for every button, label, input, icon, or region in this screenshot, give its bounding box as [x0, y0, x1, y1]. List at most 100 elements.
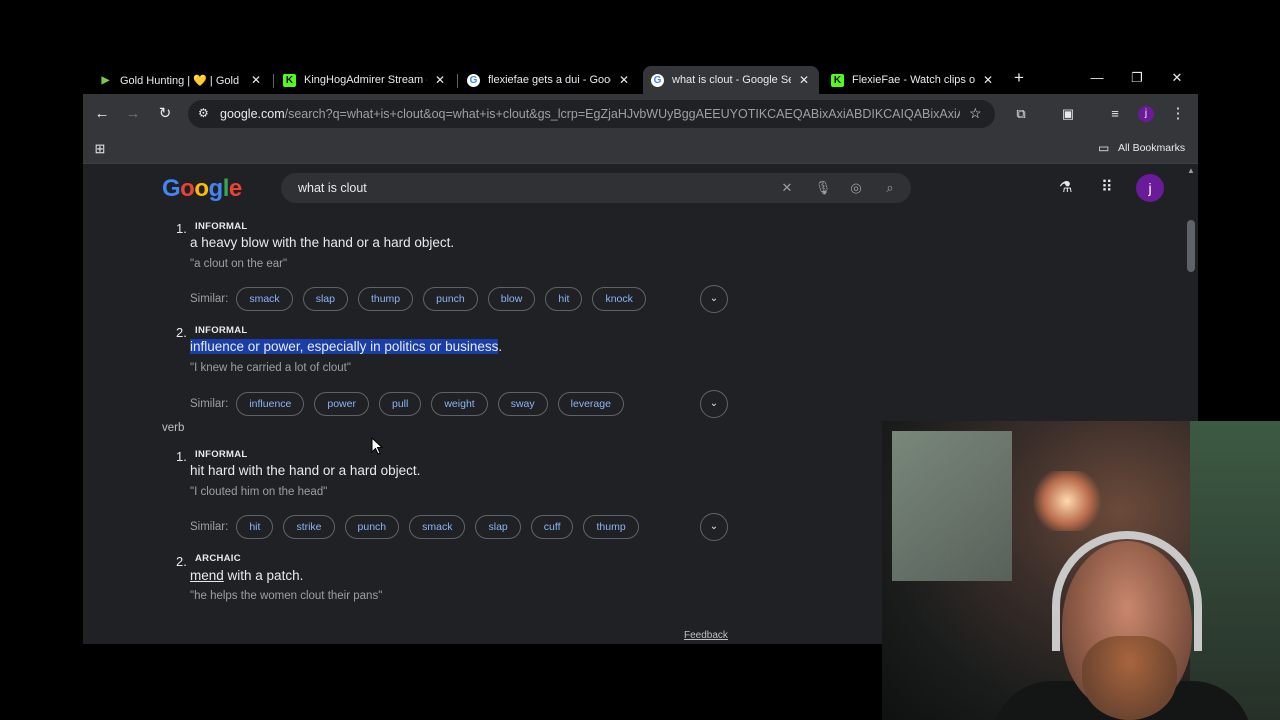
definition-number: 1.	[176, 449, 187, 464]
tab-1[interactable]: ▶ Gold Hunting | 💛 | Gold F ✕	[91, 66, 271, 94]
labs-flask-icon[interactable]: ⚗	[1059, 178, 1072, 196]
account-avatar[interactable]: j	[1136, 174, 1164, 202]
similar-chip[interactable]: influence	[236, 392, 305, 416]
definition-example: "I clouted him on the head"	[190, 486, 328, 498]
search-box[interactable]: what is clout ✕ 🎙 ◎ ⌕	[281, 173, 911, 203]
chevron-down-icon[interactable]: ⌄	[700, 285, 728, 313]
tab-5[interactable]: K FlexieFae - Watch clips on ✕	[823, 66, 1003, 94]
similar-label: Similar:	[190, 398, 229, 410]
chevron-down-icon[interactable]: ⌄	[700, 390, 728, 418]
similar-row: Similar: hit strike punch smack slap cuf…	[190, 515, 649, 539]
register-tag: ARCHAIC	[195, 553, 241, 564]
similar-chip[interactable]: knock	[592, 287, 646, 311]
minimize-button[interactable]: —	[1085, 68, 1109, 88]
bookmark-star-icon[interactable]: ☆	[969, 105, 982, 122]
headphones-icon	[1052, 531, 1202, 651]
similar-chip[interactable]: thump	[583, 515, 639, 539]
google-logo[interactable]: Google	[162, 175, 242, 203]
webcam-background-shelf	[1190, 421, 1280, 720]
kick-icon: K	[831, 73, 844, 87]
webcam-overlay	[882, 421, 1280, 720]
reload-icon[interactable]: ↻	[153, 102, 177, 126]
google-apps-icon[interactable]: ⠿	[1101, 177, 1113, 197]
scroll-up-icon[interactable]: ▲	[1187, 166, 1195, 175]
restore-button[interactable]: ❐	[1125, 68, 1149, 88]
similar-chip[interactable]: sway	[497, 392, 548, 416]
similar-chip[interactable]: hit	[545, 287, 583, 311]
similar-chip[interactable]: slap	[475, 515, 521, 539]
reading-mode-icon[interactable]: ▣	[1056, 102, 1080, 126]
scrollbar-thumb[interactable]	[1187, 220, 1195, 272]
lens-icon[interactable]: ◎	[846, 178, 866, 198]
address-bar[interactable]: ⚙ google.com/search?q=what+is+clout&oq=w…	[188, 100, 995, 128]
folder-icon: ▭	[1098, 141, 1110, 155]
tab-3[interactable]: G flexiefae gets a dui - Goog ✕	[459, 66, 639, 94]
similar-chip[interactable]: slap	[302, 287, 348, 311]
new-tab-button[interactable]: +	[1007, 68, 1031, 88]
webcam-background-window	[892, 431, 1012, 581]
definition-link[interactable]: mend	[190, 568, 224, 583]
kick-icon: K	[283, 73, 296, 87]
similar-chip[interactable]: punch	[344, 515, 400, 539]
similar-chip[interactable]: smack	[236, 287, 293, 311]
close-icon[interactable]: ✕	[433, 73, 447, 87]
tab-4-active[interactable]: G what is clout - Google Sea ✕	[643, 66, 819, 94]
similar-chip[interactable]: punch	[423, 287, 478, 311]
chevron-down-icon[interactable]: ⌄	[700, 513, 728, 541]
webcam-background-light	[1032, 471, 1102, 531]
tab-2[interactable]: K KingHogAdmirer Stream - ✕	[275, 66, 455, 94]
close-icon[interactable]: ✕	[797, 73, 811, 87]
feedback-link[interactable]: Feedback	[684, 630, 728, 641]
back-icon[interactable]: ←	[90, 102, 114, 126]
apps-grid-icon[interactable]: ⊞	[88, 137, 112, 161]
similar-chip[interactable]: hit	[236, 515, 274, 539]
definition-number: 2.	[176, 554, 187, 569]
definition-example: "a clout on the ear"	[190, 258, 288, 270]
site-info-icon[interactable]: ⚙	[198, 106, 209, 120]
similar-chip[interactable]: smack	[409, 515, 466, 539]
clear-icon[interactable]: ✕	[777, 178, 797, 198]
definition-number: 2.	[176, 325, 187, 340]
similar-row: Similar: smack slap thump punch blow hit…	[190, 287, 656, 311]
similar-row: Similar: influence power pull weight swa…	[190, 392, 634, 416]
similar-chip[interactable]: power	[314, 392, 369, 416]
close-icon[interactable]: ✕	[249, 73, 263, 87]
tab-separator	[273, 74, 274, 88]
extensions-icon[interactable]: ⧉	[1009, 102, 1033, 126]
definition-text: influence or power, especially in politi…	[190, 339, 503, 354]
similar-chip[interactable]: thump	[357, 287, 414, 311]
tab-title: Gold Hunting | 💛 | Gold F	[120, 74, 243, 87]
definition-text: hit hard with the hand or a hard object.	[190, 463, 421, 478]
tab-title: flexiefae gets a dui - Goog	[488, 74, 611, 86]
register-tag: INFORMAL	[195, 449, 248, 460]
menu-icon[interactable]: ⋮	[1166, 102, 1190, 126]
definition-text: a heavy blow with the hand or a hard obj…	[190, 235, 455, 250]
media-controls-icon[interactable]: ≡	[1103, 102, 1127, 126]
similar-chip[interactable]: strike	[283, 515, 335, 539]
similar-chip[interactable]: cuff	[530, 515, 574, 539]
register-tag: INFORMAL	[195, 325, 248, 336]
toolbar: ← → ↻ ⚙ google.com/search?q=what+is+clou…	[83, 94, 1198, 134]
all-bookmarks-button[interactable]: All Bookmarks	[1118, 142, 1185, 154]
close-icon[interactable]: ✕	[617, 73, 631, 87]
tab-title: KingHogAdmirer Stream -	[304, 74, 427, 86]
close-icon[interactable]: ✕	[981, 73, 995, 87]
definition-number: 1.	[176, 221, 187, 236]
search-icon[interactable]: ⌕	[880, 178, 900, 198]
similar-chip[interactable]: weight	[431, 392, 488, 416]
mouse-cursor-icon	[371, 437, 384, 455]
url-text[interactable]: google.com/search?q=what+is+clout&oq=wha…	[220, 107, 960, 121]
definition-text: mend with a patch.	[190, 568, 304, 583]
profile-avatar[interactable]: j	[1138, 106, 1154, 122]
search-input[interactable]: what is clout	[298, 181, 367, 195]
similar-label: Similar:	[190, 521, 229, 533]
tab-strip: ▶ Gold Hunting | 💛 | Gold F ✕ K KingHogA…	[83, 60, 1198, 94]
forward-icon[interactable]: →	[121, 102, 145, 126]
close-window-button[interactable]: ✕	[1165, 68, 1189, 88]
similar-label: Similar:	[190, 293, 229, 305]
similar-chip[interactable]: blow	[487, 287, 536, 311]
similar-chip[interactable]: pull	[378, 392, 422, 416]
similar-chip[interactable]: leverage	[557, 392, 624, 416]
selected-text: influence or power, especially in politi…	[190, 339, 499, 354]
microphone-icon[interactable]: 🎙	[813, 178, 833, 198]
